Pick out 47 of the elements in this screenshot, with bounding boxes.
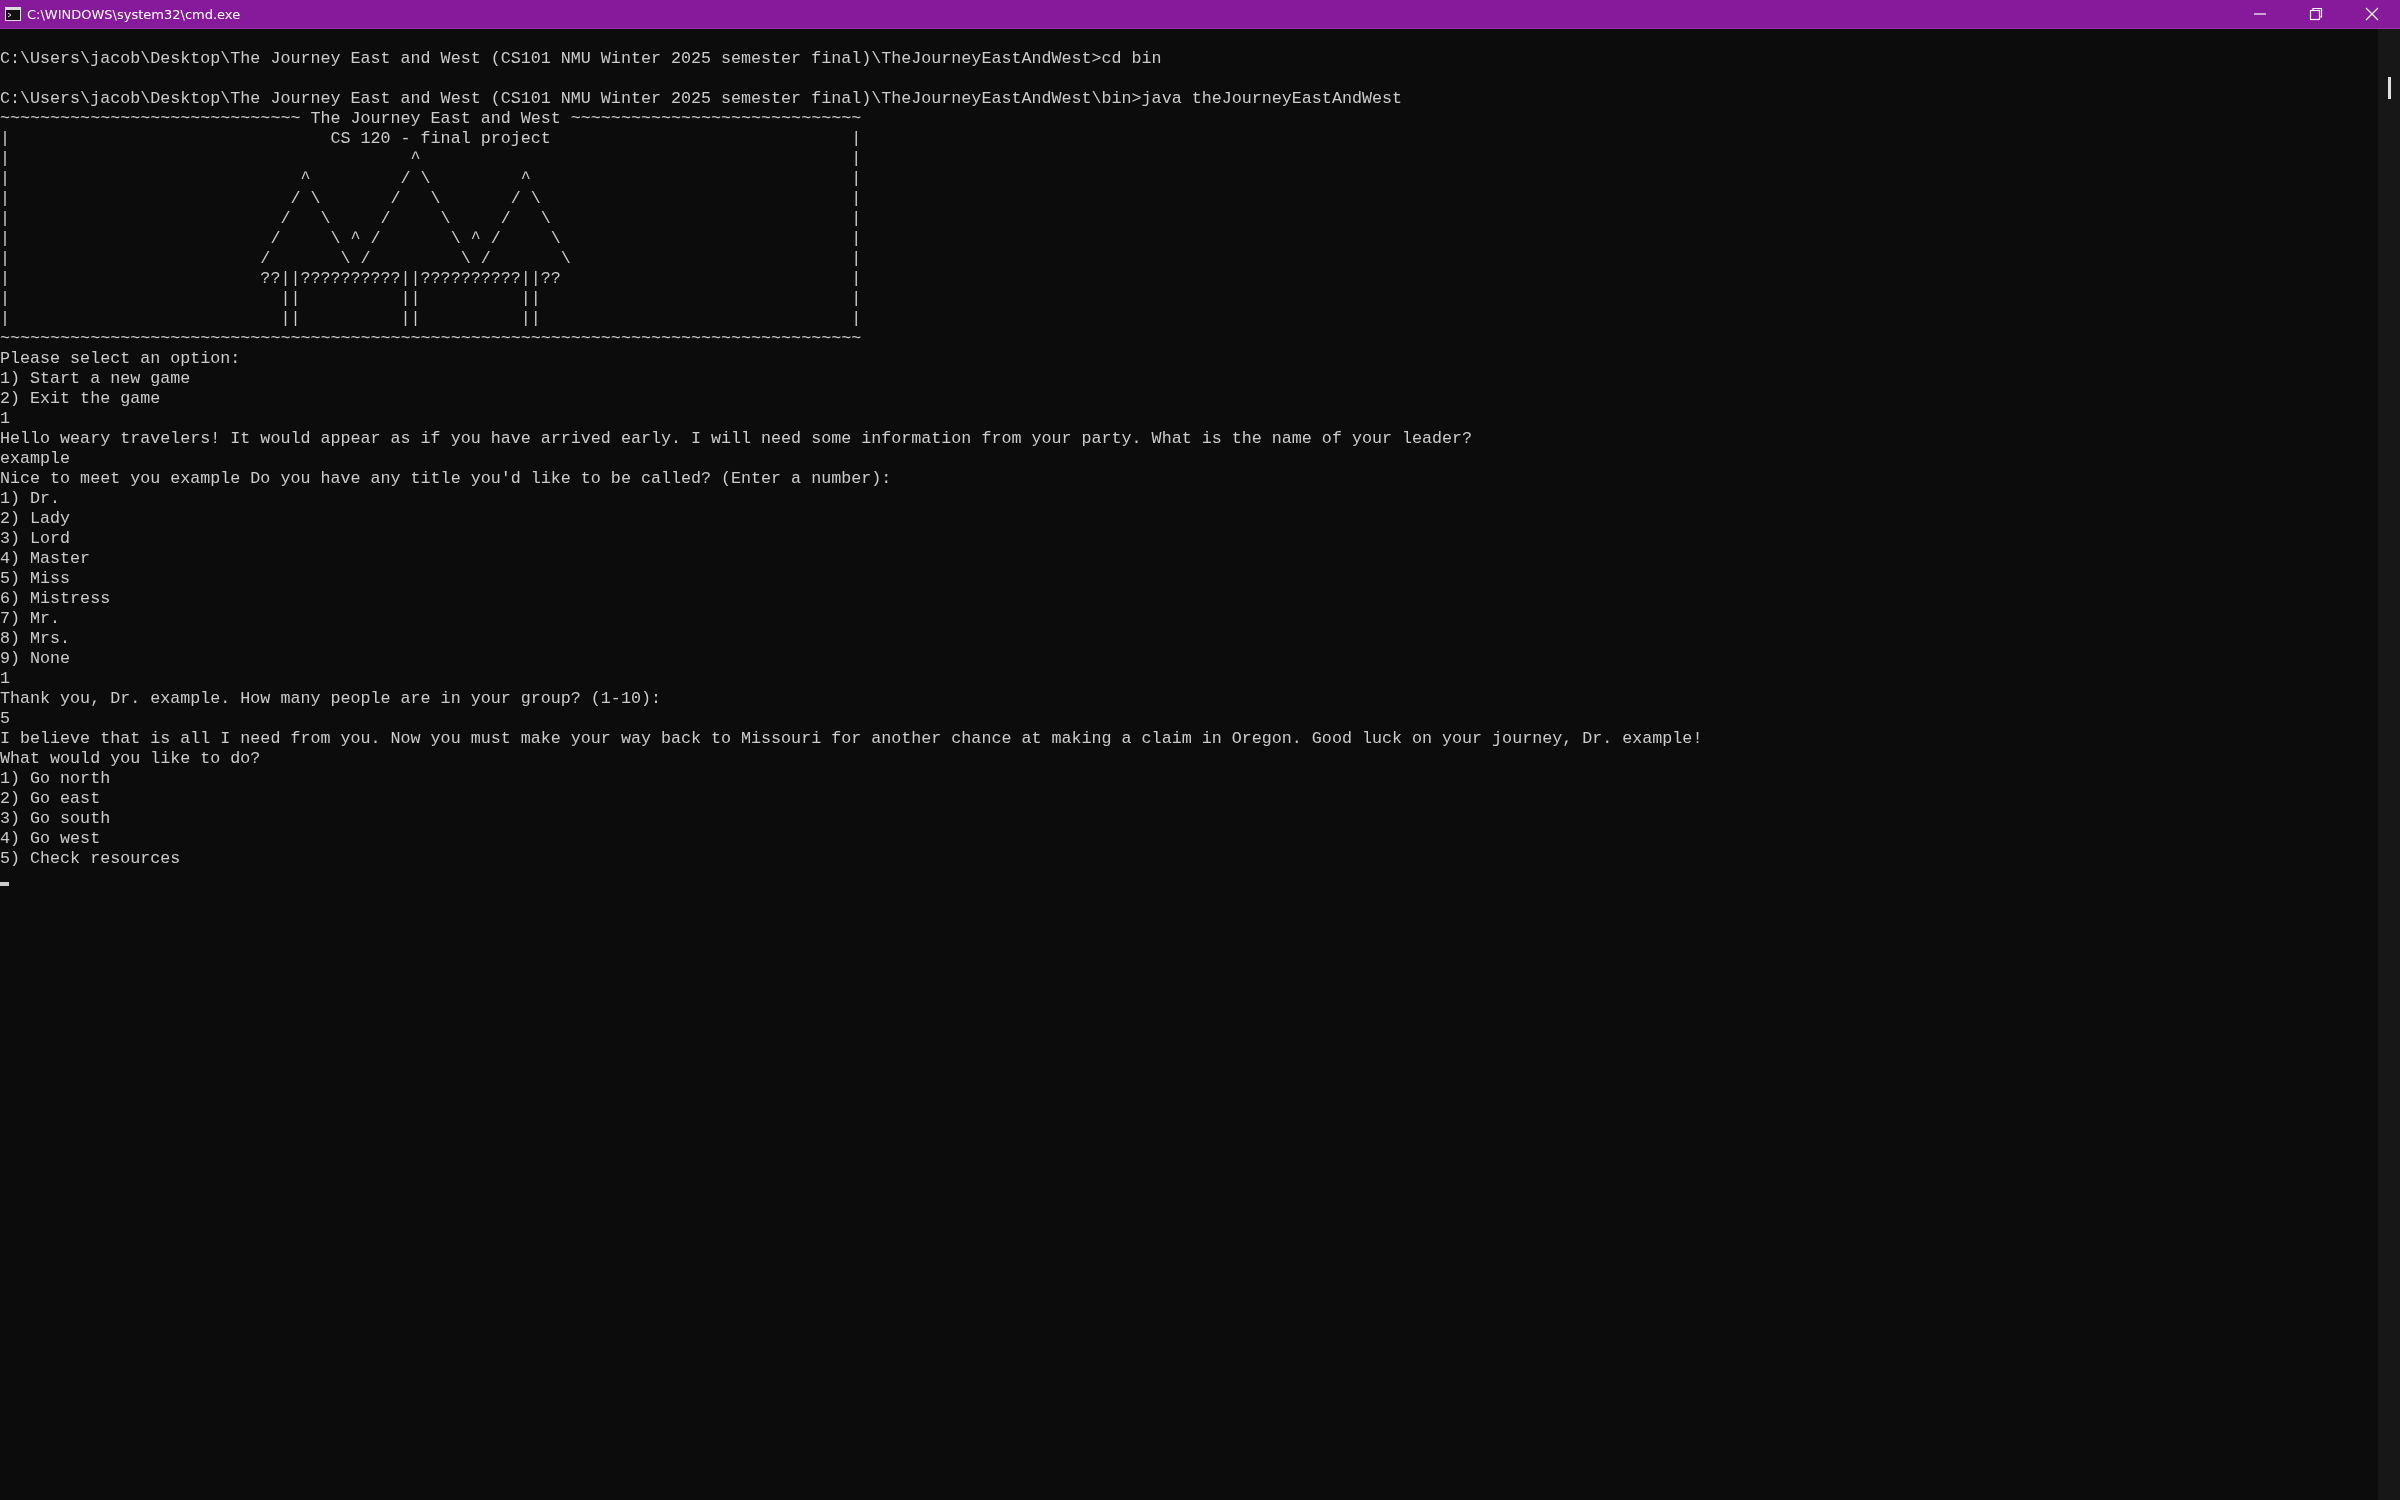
console-line: 4) Master <box>0 549 92 569</box>
console-line: C:\Users\jacob\Desktop\The Journey East and West (CS101 NMU Winter 2025 semester final)\TheJourneyEastAndWest>cd bin <box>0 49 1163 69</box>
console-line: | / \ / \ / \ | <box>0 249 863 269</box>
terminal-icon <box>5 7 21 21</box>
console-line: 1) Start a new game <box>0 369 192 389</box>
console-line: Nice to meet you example Do you have any title you'd like to be called? (Enter a number): <box>0 469 893 489</box>
console-line: 2) Go east <box>0 789 102 809</box>
text-cursor <box>0 882 9 886</box>
restore-icon <box>2309 7 2323 21</box>
console-line: 5) Check resources <box>0 849 182 869</box>
console-line: ~~~~~~~~~~~~~~~~~~~~~~~~~~~~~~~~~~~~~~~~~~~~~~~~~~~~~~~~~~~~~~~~~~~~~~~~~~~~~~~~~~~~~~ <box>0 329 863 349</box>
console-line: | ^ | <box>0 149 863 169</box>
console-line: 3) Go south <box>0 809 112 829</box>
console-line: 6) Mistress <box>0 589 112 609</box>
scrollbar-thumb[interactable] <box>2387 77 2391 99</box>
console-line: | CS 120 - final project | <box>0 129 863 149</box>
console-line: What would you like to do? <box>0 749 262 769</box>
console-line: ~~~~~~~~~~~~~~~~~~~~~~~~~~~~~~ The Journey East and West ~~~~~~~~~~~~~~~~~~~~~~~~~~~~~ <box>0 109 863 129</box>
console-line: Thank you, Dr. example. How many people are in your group? (1-10): <box>0 689 662 709</box>
console-line: | / \ / \ / \ | <box>0 209 863 229</box>
console-line: 5) Miss <box>0 569 72 589</box>
console-line: | || || || | <box>0 309 863 329</box>
console-line: Please select an option: <box>0 349 242 369</box>
console-line: | ??||??????????||??????????||?? | <box>0 269 863 289</box>
console-line: 1) Go north <box>0 769 112 789</box>
console-line: 3) Lord <box>0 529 72 549</box>
scrollbar-track[interactable] <box>2378 29 2400 1500</box>
console-line: 1 <box>0 669 11 689</box>
console-line: | || || || | <box>0 289 863 309</box>
console-line: example <box>0 449 72 469</box>
console-line: 2) Lady <box>0 509 72 529</box>
close-icon <box>2365 7 2379 21</box>
console-line: 7) Mr. <box>0 609 62 629</box>
console-line: 9) None <box>0 649 72 669</box>
console-line: 4) Go west <box>0 829 102 849</box>
console-line: Hello weary travelers! It would appear as if you have arrived early. I will need some information from your party. What is the name of your leader? <box>0 429 1474 449</box>
console-line: 1) Dr. <box>0 489 62 509</box>
console-line: 8) Mrs. <box>0 629 72 649</box>
console-line: C:\Users\jacob\Desktop\The Journey East and West (CS101 NMU Winter 2025 semester final)\TheJourneyEastAndWest\bin>java theJourneyEastAndWest <box>0 89 1403 109</box>
console-line: 1 <box>0 409 11 429</box>
console-line: | ^ / \ ^ | <box>0 169 863 189</box>
console-line: I believe that is all I need from you. Now you must make your way back to Missouri for another chance at making a claim in Oregon. Good luck on your journey, Dr. example! <box>0 729 1704 749</box>
window-title: C:\WINDOWS\system32\cmd.exe <box>27 6 241 22</box>
console-line: 2) Exit the game <box>0 389 162 409</box>
console-line: | / \ ^ / \ ^ / \ | <box>0 229 863 249</box>
console-line: | / \ / \ / \ | <box>0 189 863 209</box>
console-line: 5 <box>0 709 11 729</box>
